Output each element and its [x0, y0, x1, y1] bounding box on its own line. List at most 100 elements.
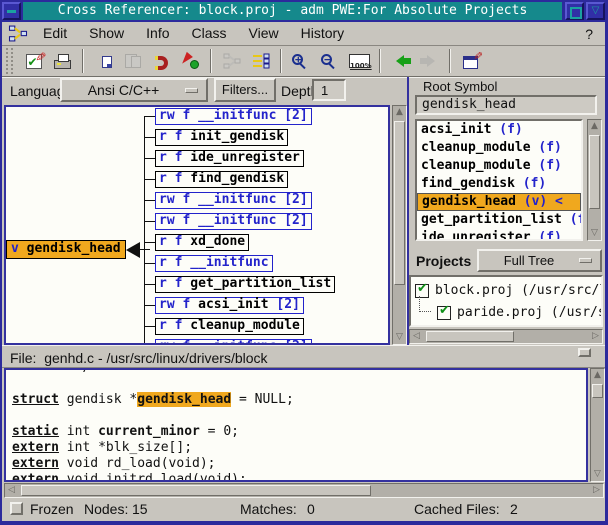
- symbol-list-item[interactable]: find_gendisk (f): [417, 175, 581, 193]
- language-value: Ansi C/C++: [62, 82, 185, 98]
- paste-icon: [131, 56, 141, 68]
- properties-button[interactable]: [457, 49, 484, 74]
- print-button[interactable]: [49, 49, 76, 74]
- annotate-button[interactable]: [20, 49, 47, 74]
- graph-node[interactable]: r f xd_done: [155, 234, 249, 251]
- graph-scroll-thumb[interactable]: [394, 121, 405, 285]
- copy-button[interactable]: [90, 49, 117, 74]
- zoom-100-icon: [349, 54, 370, 68]
- symbol-list-item[interactable]: get_partition_list (f): [417, 211, 581, 229]
- scroll-down-icon[interactable]: ▽: [591, 468, 604, 481]
- crossref-graph[interactable]: rw f __initfunc [2] r f init_gendiskr f i…: [4, 105, 390, 345]
- menu-show[interactable]: Show: [78, 23, 135, 43]
- projects-horizontal-scrollbar[interactable]: ◁ ▷: [409, 329, 603, 344]
- expand-graph-button[interactable]: [247, 49, 274, 74]
- back-icon: [390, 55, 404, 67]
- scroll-left-icon[interactable]: ◁: [410, 330, 423, 343]
- maximize-icon[interactable]: [565, 2, 584, 20]
- magnet-button[interactable]: [148, 49, 175, 74]
- graph-node[interactable]: rw f __initfunc [2]: [155, 192, 312, 209]
- graph-node[interactable]: rw f __initfunc [2]: [155, 213, 312, 230]
- project-name: paride.proj (/usr/src: [457, 306, 603, 320]
- project-row[interactable]: block.proj (/usr/src/lin: [411, 280, 601, 302]
- scroll-down-icon[interactable]: ▽: [588, 227, 601, 240]
- root-symbol-label: Root Symbol: [423, 79, 497, 94]
- projects-mode-dropdown[interactable]: Full Tree: [477, 249, 602, 272]
- zoom-out-button[interactable]: [317, 49, 344, 74]
- project-name: block.proj (/usr/src/lin: [435, 284, 603, 298]
- main-scroll-thumb[interactable]: [21, 485, 371, 496]
- graph-node[interactable]: rw f acsi_init [2]: [155, 297, 304, 314]
- toolbar-separator: [82, 49, 84, 73]
- graph-horizontal-scrollbar[interactable]: ◁ ▷: [4, 483, 604, 498]
- copy-icon: [102, 56, 112, 68]
- projects-scroll-thumb[interactable]: [426, 331, 514, 342]
- pane-sash-handle[interactable]: [578, 348, 591, 357]
- help-button[interactable]: ?: [585, 26, 593, 42]
- scroll-up-icon[interactable]: ▲: [393, 106, 406, 119]
- shade-icon[interactable]: ▽: [586, 2, 605, 20]
- source-code-text: */ struct gendisk *gendisk_head = NULL; …: [12, 368, 586, 482]
- frozen-label: Frozen: [30, 501, 74, 517]
- forward-button: [416, 49, 443, 74]
- graph-node[interactable]: r f __initfunc: [155, 255, 273, 272]
- code-scroll-thumb[interactable]: [592, 384, 603, 398]
- graph-node[interactable]: r f find_gendisk: [155, 171, 288, 188]
- cross-referencer-window: Cross Referencer: block.proj - adm PWE:F…: [0, 0, 608, 525]
- menu-view[interactable]: View: [238, 23, 290, 43]
- symbol-list-item[interactable]: ide_unregister (f): [417, 229, 581, 241]
- graph-node[interactable]: rw f __initfunc [2]: [155, 108, 312, 125]
- menu-info[interactable]: Info: [135, 23, 180, 43]
- symbol-list-scrollbar[interactable]: ▲ ▽: [587, 119, 602, 241]
- graph-branch-line: [144, 305, 155, 306]
- controls-row: Language Ansi C/C++ Filters... Depth 1: [2, 77, 407, 105]
- highlight-button[interactable]: [177, 49, 204, 74]
- cached-files-value: 2: [510, 501, 518, 517]
- toolbar-separator: [210, 49, 212, 73]
- graph-branch-line: [144, 137, 155, 138]
- scroll-right-icon[interactable]: ▷: [590, 484, 603, 497]
- matches-value: 0: [307, 501, 315, 517]
- symbol-list-item[interactable]: cleanup_module (f): [417, 139, 581, 157]
- menu-class[interactable]: Class: [181, 23, 238, 43]
- projects-tree[interactable]: block.proj (/usr/src/lin paride.proj (/us…: [409, 275, 603, 327]
- paste-button: [119, 49, 146, 74]
- project-checkbox-checked[interactable]: [437, 306, 451, 320]
- zoom-in-button[interactable]: [288, 49, 315, 74]
- menu-edit[interactable]: Edit: [32, 23, 78, 43]
- window-menu-icon[interactable]: [2, 2, 21, 20]
- graph-node[interactable]: r f init_gendisk: [155, 129, 288, 146]
- app-logo-icon: [8, 25, 28, 42]
- language-dropdown[interactable]: Ansi C/C++: [60, 78, 208, 102]
- symbol-list-item[interactable]: acsi_init (f): [417, 121, 581, 139]
- code-vertical-scrollbar[interactable]: ▲ ▽: [590, 368, 605, 482]
- menu-history[interactable]: History: [290, 23, 356, 43]
- symbol-list-item[interactable]: cleanup_module (f): [417, 157, 581, 175]
- root-symbol-input[interactable]: gendisk_head: [415, 95, 597, 115]
- scroll-left-icon[interactable]: ◁: [5, 484, 18, 497]
- frozen-checkbox[interactable]: [10, 502, 23, 515]
- filters-button[interactable]: Filters...: [214, 78, 276, 102]
- graph-branch-line: [144, 158, 155, 159]
- toolbar-grip[interactable]: [6, 48, 13, 74]
- scroll-down-icon[interactable]: ▽: [393, 331, 406, 344]
- graph-vertical-scrollbar[interactable]: ▲ ▽: [392, 105, 407, 345]
- scroll-right-icon[interactable]: ▷: [589, 330, 602, 343]
- depth-input[interactable]: 1: [312, 79, 346, 101]
- graph-root-node[interactable]: v gendisk_head: [6, 240, 126, 259]
- symbol-list[interactable]: acsi_init (f)cleanup_module (f)cleanup_m…: [415, 119, 583, 241]
- project-row[interactable]: paride.proj (/usr/src: [411, 302, 601, 324]
- graph-node[interactable]: r f ide_unregister: [155, 150, 304, 167]
- graph-node[interactable]: r f cleanup_module: [155, 318, 304, 335]
- source-code-view[interactable]: */ struct gendisk *gendisk_head = NULL; …: [4, 368, 588, 482]
- symbol-list-item[interactable]: gendisk_head (v) <: [417, 193, 581, 211]
- graph-node[interactable]: r f get_partition_list: [155, 276, 335, 293]
- symbol-scroll-thumb[interactable]: [589, 135, 600, 209]
- zoom-in-icon: [292, 54, 303, 65]
- scroll-up-icon[interactable]: ▲: [591, 369, 604, 382]
- back-button[interactable]: [387, 49, 414, 74]
- tree-elbow-line: [419, 296, 431, 312]
- zoom-100-button[interactable]: [346, 49, 373, 74]
- title-bar: Cross Referencer: block.proj - adm PWE:F…: [0, 0, 608, 22]
- scroll-up-icon[interactable]: ▲: [588, 120, 601, 133]
